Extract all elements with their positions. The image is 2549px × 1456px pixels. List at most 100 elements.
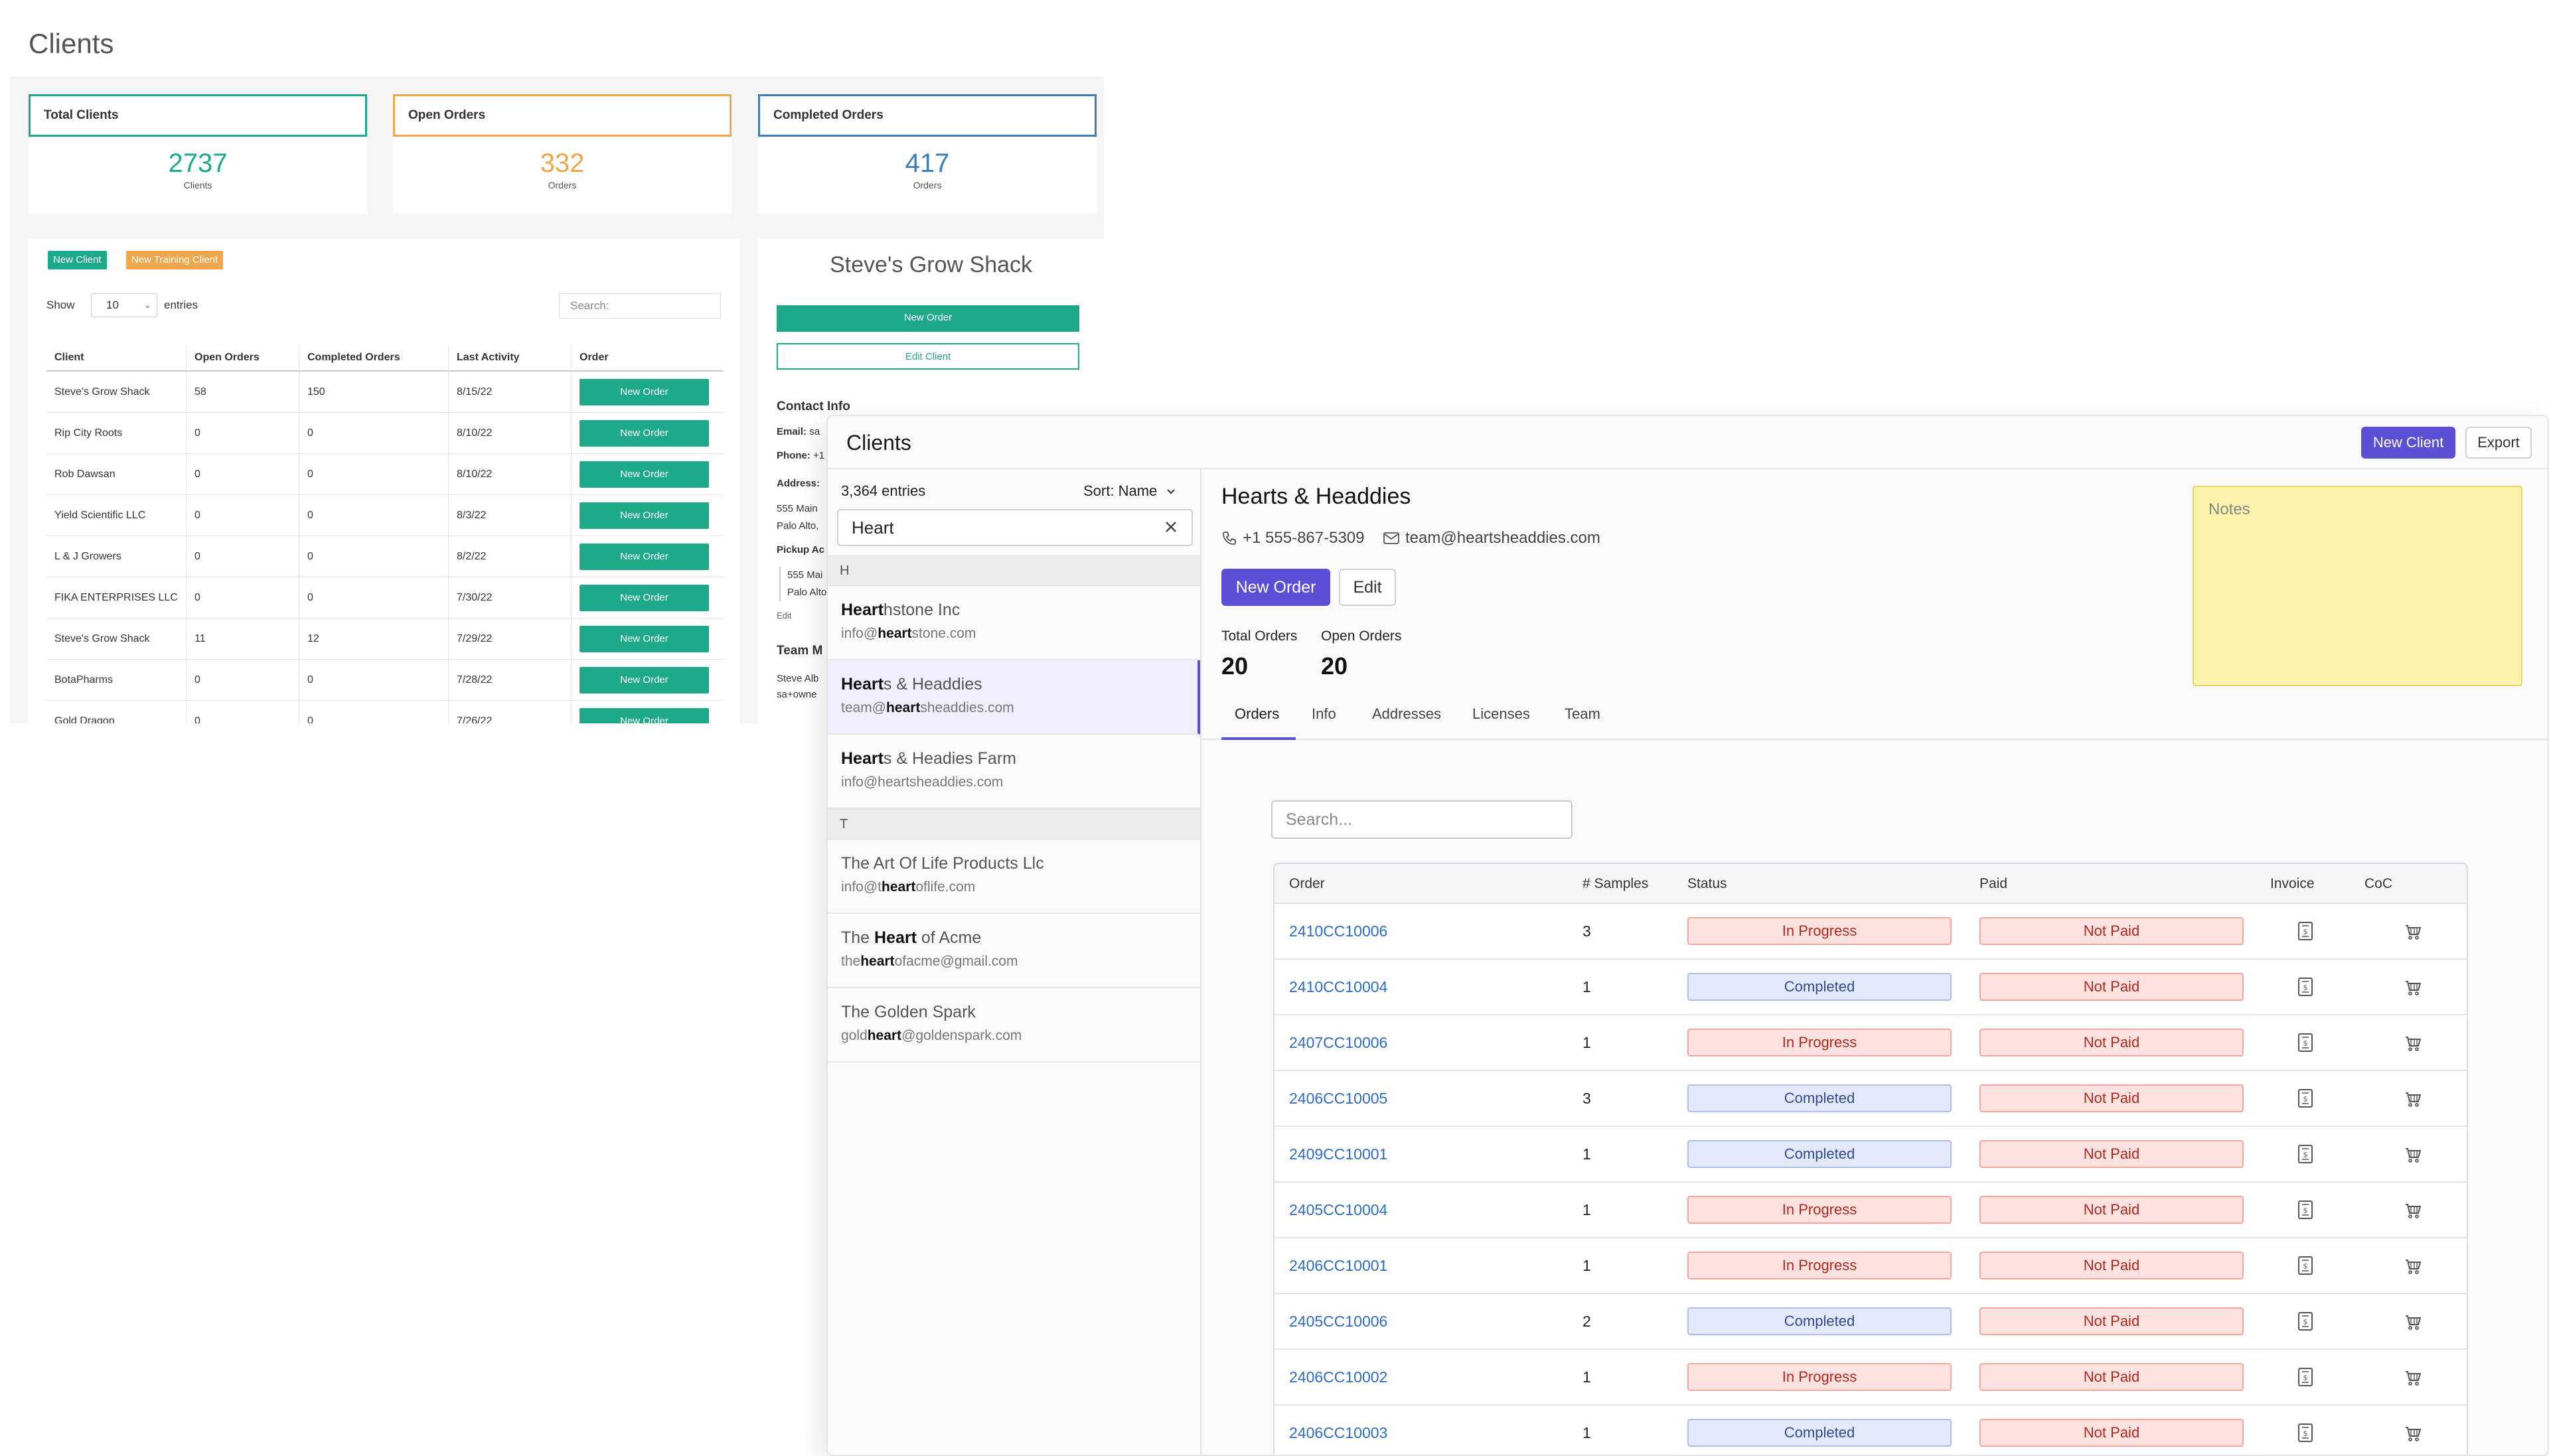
coc-icon[interactable] [2403, 1144, 2423, 1167]
paid-status-badge: Not Paid [1979, 1363, 2244, 1391]
entries-per-page-select[interactable]: 10 ⌄ [91, 293, 157, 317]
coc-icon[interactable] [2403, 1423, 2423, 1446]
last-activity-cell: 8/15/22 [448, 372, 571, 412]
row-new-order-button[interactable]: New Order [579, 419, 709, 447]
column-header-coc: CoC [2364, 876, 2393, 891]
last-activity-cell: 8/10/22 [448, 413, 571, 453]
row-new-order-button[interactable]: New Order [579, 584, 709, 611]
row-new-order-button[interactable]: New Order [579, 502, 709, 529]
invoice-icon[interactable]: $ [2297, 977, 2314, 1000]
invoice-icon[interactable]: $ [2297, 1200, 2314, 1223]
client-cell[interactable]: Rob Dawsan [46, 454, 186, 494]
client-cell[interactable]: L & J Growers [46, 536, 186, 577]
status-badge: In Progress [1687, 1252, 1952, 1279]
coc-icon[interactable] [2403, 977, 2423, 1000]
row-new-order-button[interactable]: New Order [579, 378, 709, 405]
client-cell[interactable]: Rip City Roots [46, 413, 186, 453]
paid-status-badge: Not Paid [1979, 1084, 2244, 1112]
order-link[interactable]: 2405CC10006 [1289, 1313, 1387, 1331]
svg-text:$: $ [2303, 1262, 2308, 1271]
order-link[interactable]: 2407CC10006 [1289, 1034, 1387, 1052]
column-header-samples: # Samples [1583, 876, 1649, 891]
column-header-order: Order [571, 345, 724, 370]
client-cell[interactable]: FIKA ENTERPRISES LLC [46, 577, 186, 618]
client-cell[interactable]: Steve's Grow Shack [46, 619, 186, 659]
client-list-item[interactable]: The Art Of Life Products Llc info@thearto… [828, 839, 1200, 914]
completed-orders-cell: 0 [299, 660, 448, 700]
order-link[interactable]: 2406CC10001 [1289, 1257, 1387, 1275]
sort-dropdown[interactable]: Sort: Name [1083, 482, 1177, 500]
coc-icon[interactable] [2403, 1088, 2423, 1112]
clear-search-icon[interactable] [1162, 518, 1180, 536]
client-list-item[interactable]: Hearthstone Inc info@heartstone.com [828, 586, 1200, 660]
client-list-item[interactable]: Hearts & Headies Farm info@heartsheaddies… [828, 735, 1200, 809]
client-cell[interactable]: Steve's Grow Shack [46, 372, 186, 412]
invoice-icon[interactable]: $ [2297, 1367, 2314, 1390]
order-link[interactable]: 2406CC10002 [1289, 1368, 1387, 1386]
export-button[interactable]: Export [2465, 427, 2532, 459]
invoice-icon[interactable]: $ [2297, 1088, 2314, 1112]
order-link[interactable]: 2405CC10004 [1289, 1201, 1387, 1219]
name-text: The [841, 928, 875, 947]
client-list-item-email: team@heartsheaddies.com [841, 700, 1014, 716]
client-cell[interactable]: Yield Scientific LLC [46, 495, 186, 536]
client-list-item-name: Hearts & Headies Farm [841, 749, 1016, 768]
tab-licenses[interactable]: Licenses [1472, 705, 1530, 740]
coc-icon[interactable] [2403, 1256, 2423, 1279]
client-list-item-name: Hearts & Headdies [841, 675, 982, 694]
status-badge: Completed [1687, 973, 1952, 1001]
client-list-item[interactable]: The Heart of Acme theheartofacme@gmail.co… [828, 914, 1200, 988]
invoice-icon[interactable]: $ [2297, 1311, 2314, 1335]
invoice-icon[interactable]: $ [2297, 1144, 2314, 1167]
order-link[interactable]: 2409CC10001 [1289, 1145, 1387, 1163]
column-header-client[interactable]: Client [46, 345, 186, 370]
orders-search-input[interactable]: Search... [1271, 800, 1573, 839]
new-training-client-button[interactable]: New Training Client [126, 251, 224, 269]
notes-field[interactable]: Notes [2193, 486, 2522, 686]
sample-count: 1 [1583, 1201, 1591, 1218]
invoice-icon[interactable]: $ [2297, 1423, 2314, 1446]
edit-pickup-link[interactable]: Edit [777, 611, 791, 620]
row-new-order-button[interactable]: New Order [579, 707, 709, 723]
coc-icon[interactable] [2403, 1311, 2423, 1335]
order-link[interactable]: 2410CC10006 [1289, 922, 1387, 940]
client-cell[interactable]: BotaPharms [46, 660, 186, 700]
new-client-button[interactable]: New Client [2361, 427, 2455, 459]
table-row: 2410CC10006 3 In Progress Not Paid $ [1274, 904, 2467, 960]
row-new-order-button[interactable]: New Order [579, 543, 709, 570]
screenshot-stage: Clients Total Clients 2737 Clients Open … [0, 0, 2549, 1456]
column-header-last-activity[interactable]: Last Activity [448, 345, 571, 370]
order-link[interactable]: 2406CC10003 [1289, 1424, 1387, 1442]
row-new-order-button[interactable]: New Order [579, 666, 709, 693]
tab-info[interactable]: Info [1312, 705, 1336, 740]
coc-icon[interactable] [2403, 1200, 2423, 1223]
tab-addresses[interactable]: Addresses [1372, 705, 1441, 740]
order-cell: New Order [571, 660, 724, 700]
invoice-icon[interactable]: $ [2297, 1256, 2314, 1279]
client-list-item[interactable]: The Golden Spark goldheart@goldenspark.co… [828, 988, 1200, 1062]
name-text: of Acme [916, 928, 982, 947]
coc-icon[interactable] [2403, 921, 2423, 944]
invoice-icon[interactable]: $ [2297, 1033, 2314, 1056]
order-link[interactable]: 2410CC10004 [1289, 978, 1387, 996]
invoice-icon[interactable]: $ [2297, 921, 2314, 944]
row-new-order-button[interactable]: New Order [579, 625, 709, 652]
tab-orders[interactable]: Orders [1221, 705, 1296, 740]
column-header-completed-orders[interactable]: Completed Orders [299, 345, 448, 370]
legacy-search-input[interactable]: Search: [559, 293, 721, 319]
client-cell[interactable]: Gold Dragon [46, 701, 186, 724]
new-order-button[interactable]: New Order [1221, 569, 1330, 606]
legacy-new-order-button[interactable]: New Order [777, 305, 1079, 332]
column-header-open-orders[interactable]: Open Orders [186, 345, 299, 370]
edit-client-button[interactable]: Edit Client [777, 343, 1079, 370]
order-link[interactable]: 2406CC10005 [1289, 1090, 1387, 1108]
coc-icon[interactable] [2403, 1033, 2423, 1056]
tab-team[interactable]: Team [1565, 705, 1600, 740]
edit-client-button[interactable]: Edit [1339, 569, 1396, 606]
client-search-input[interactable]: Heart [837, 509, 1193, 546]
paid-status-badge: Not Paid [1979, 1029, 2244, 1056]
client-list-item[interactable]: Hearts & Headdies team@heartsheaddies.com [828, 660, 1200, 735]
row-new-order-button[interactable]: New Order [579, 461, 709, 488]
new-client-button[interactable]: New Client [48, 251, 107, 269]
coc-icon[interactable] [2403, 1367, 2423, 1390]
